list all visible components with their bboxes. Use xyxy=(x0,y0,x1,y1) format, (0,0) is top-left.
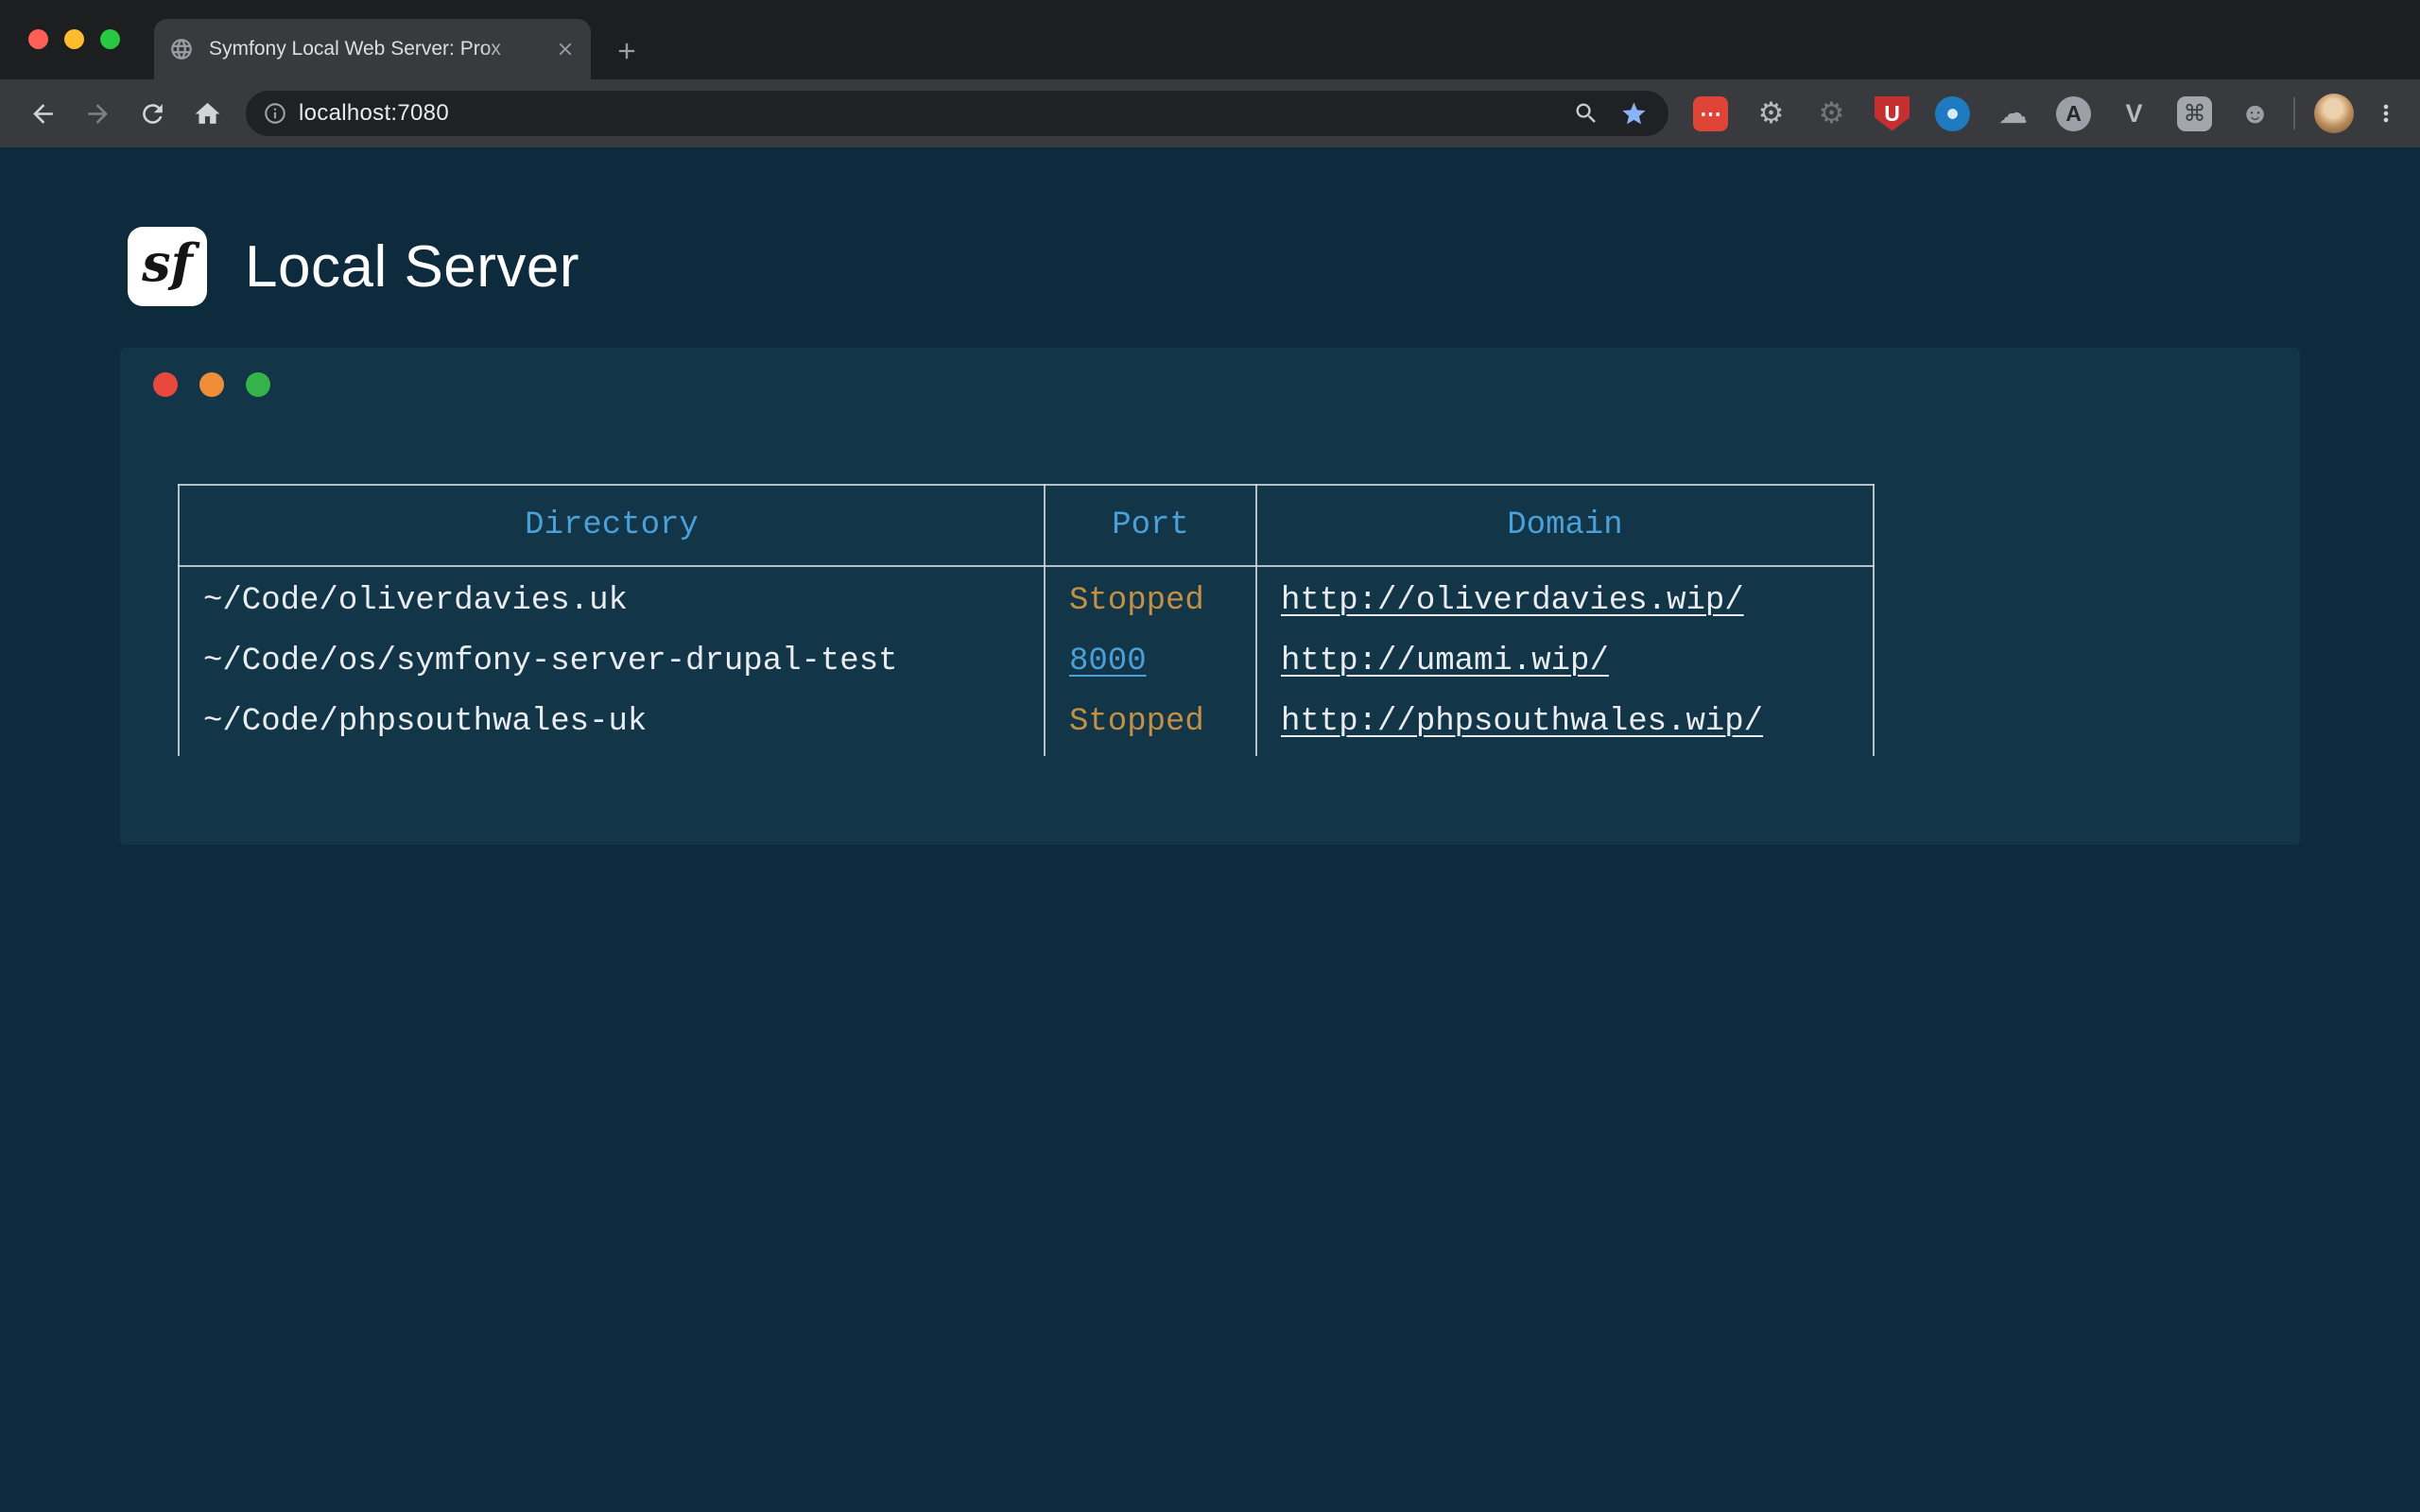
table-row: ~/Code/oliverdavies.uk Stopped http://ol… xyxy=(179,566,1874,631)
octocat-extension-icon[interactable]: ☻ xyxy=(2238,96,2273,131)
panel-dot-green xyxy=(246,372,270,397)
column-header-domain: Domain xyxy=(1256,485,1874,566)
letter-v-extension-icon[interactable]: V xyxy=(2117,96,2152,131)
domain-link[interactable]: http://phpsouthwales.wip/ xyxy=(1281,704,1763,740)
window-minimize-button[interactable] xyxy=(64,29,84,49)
grey-badge-extension-icon[interactable]: ⌘ xyxy=(2177,96,2212,131)
menu-kebab-icon[interactable] xyxy=(2373,100,2399,127)
port-link[interactable]: 8000 xyxy=(1069,644,1147,679)
domain-cell: http://phpsouthwales.wip/ xyxy=(1256,692,1874,756)
panel-dot-red xyxy=(153,372,178,397)
reload-button[interactable] xyxy=(130,92,174,135)
address-bar[interactable]: localhost:7080 xyxy=(246,91,1668,136)
profile-avatar[interactable] xyxy=(2314,94,2354,133)
column-header-directory: Directory xyxy=(179,485,1045,566)
home-button[interactable] xyxy=(185,92,229,135)
tab-close-icon[interactable] xyxy=(555,39,576,60)
table-row: ~/Code/os/symfony-server-drupal-test 800… xyxy=(179,631,1874,692)
brand-header: sf Local Server xyxy=(128,147,2300,306)
window-controls xyxy=(28,29,120,49)
cloud-extension-icon[interactable]: ☁ xyxy=(1996,96,2031,131)
table-row: ~/Code/phpsouthwales-uk Stopped http://p… xyxy=(179,692,1874,756)
window-close-button[interactable] xyxy=(28,29,48,49)
domain-link[interactable]: http://umami.wip/ xyxy=(1281,644,1609,679)
forward-button[interactable] xyxy=(76,92,119,135)
symfony-logo: sf xyxy=(128,227,207,306)
directory-cell: ~/Code/phpsouthwales-uk xyxy=(179,692,1045,756)
letter-a-extension-icon[interactable]: A xyxy=(2056,96,2091,131)
zoom-magnifier-icon[interactable] xyxy=(1573,100,1599,127)
blue-circle-extension-icon[interactable] xyxy=(1935,96,1970,131)
bookmark-star-icon[interactable] xyxy=(1620,100,1648,128)
toolbar-divider xyxy=(2293,97,2295,129)
domain-cell: http://umami.wip/ xyxy=(1256,631,1874,692)
site-info-icon[interactable] xyxy=(263,101,287,126)
table-header-row: Directory Port Domain xyxy=(179,485,1874,566)
domain-link[interactable]: http://oliverdavies.wip/ xyxy=(1281,583,1744,619)
back-button[interactable] xyxy=(21,92,64,135)
red-dots-extension-icon[interactable]: ⋯ xyxy=(1693,96,1728,131)
servers-table: Directory Port Domain ~/Code/oliverdavie… xyxy=(178,484,1875,756)
page-content: sf Local Server Directory Port Domain ~/… xyxy=(0,147,2420,1512)
browser-tab[interactable]: Symfony Local Web Server: Prox xyxy=(154,19,591,79)
page-title: Local Server xyxy=(245,233,579,301)
port-cell: Stopped xyxy=(1045,566,1256,631)
new-tab-button[interactable] xyxy=(614,38,640,64)
url-text[interactable]: localhost:7080 xyxy=(299,100,1573,127)
globe-favicon-icon xyxy=(169,37,194,61)
window-zoom-button[interactable] xyxy=(100,29,120,49)
port-status-stopped: Stopped xyxy=(1069,583,1204,619)
browser-toolbar: localhost:7080 ⋯ ⚙ ⚙ U ☁ A V ⌘ ☻ xyxy=(0,79,2420,147)
port-status-stopped: Stopped xyxy=(1069,704,1204,740)
dark-gear-extension-icon[interactable]: ⚙ xyxy=(1814,96,1849,131)
ublock-extension-icon[interactable]: U xyxy=(1875,96,1910,131)
directory-cell: ~/Code/os/symfony-server-drupal-test xyxy=(179,631,1045,692)
port-cell: 8000 xyxy=(1045,631,1256,692)
extensions-bar: ⋯ ⚙ ⚙ U ☁ A V ⌘ ☻ xyxy=(1693,96,2273,131)
port-cell: Stopped xyxy=(1045,692,1256,756)
panel-window-dots xyxy=(153,372,2300,397)
domain-cell: http://oliverdavies.wip/ xyxy=(1256,566,1874,631)
gear-extension-icon[interactable]: ⚙ xyxy=(1754,96,1789,131)
column-header-port: Port xyxy=(1045,485,1256,566)
server-panel: Directory Port Domain ~/Code/oliverdavie… xyxy=(120,348,2300,845)
tab-title: Symfony Local Web Server: Prox xyxy=(209,38,540,60)
browser-window: Symfony Local Web Server: Prox localhost… xyxy=(0,0,2420,147)
directory-cell: ~/Code/oliverdavies.uk xyxy=(179,566,1045,631)
panel-dot-orange xyxy=(199,372,224,397)
tab-strip: Symfony Local Web Server: Prox xyxy=(0,0,2420,79)
